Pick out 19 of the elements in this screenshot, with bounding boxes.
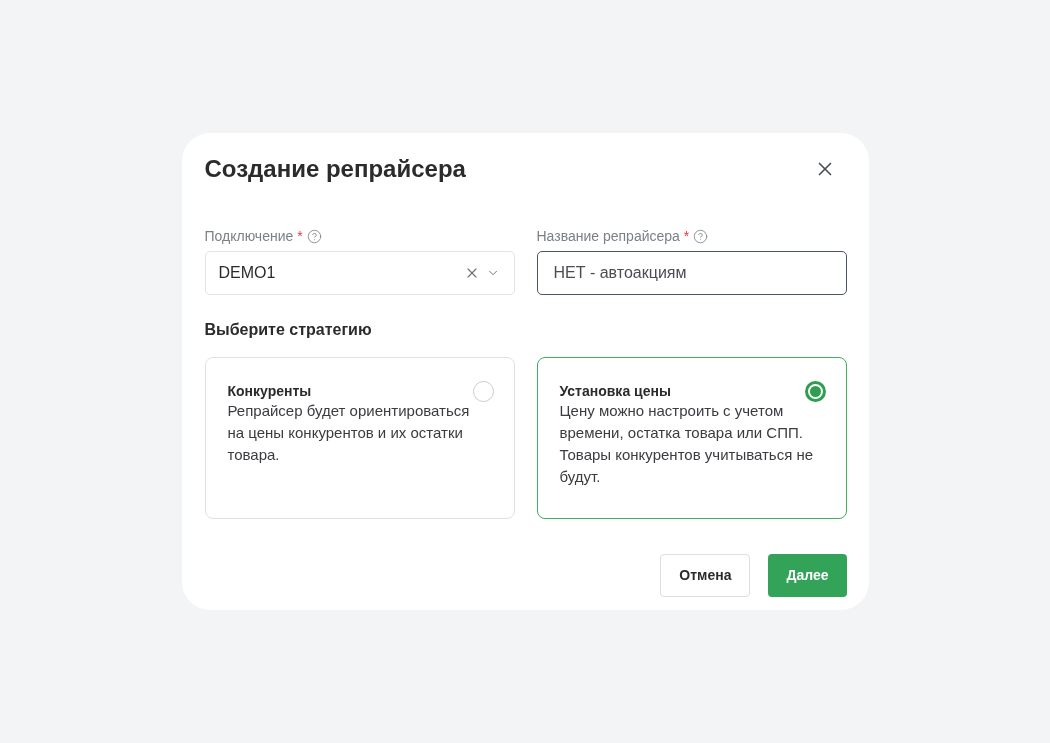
strategy-card[interactable]: Конкуренты Репрайсер будет ориентироваться на цены конкурентов и их остатки товара. (204, 357, 515, 519)
strategy-description: Репрайсер будет ориентироваться на цены конкурентов и их остатки товара. (227, 401, 471, 465)
strategy-title: Конкуренты (227, 382, 312, 401)
strategy-title: Установка цены (559, 382, 671, 401)
required-mark: * (683, 227, 690, 245)
input-field[interactable]: НЕТ - автоакциям (536, 251, 847, 295)
help-icon[interactable] (693, 228, 709, 244)
required-mark: * (297, 227, 303, 245)
dialog-title: Создание репрайсера (204, 155, 466, 183)
field-label: Название репрайсера (536, 227, 680, 245)
select-field[interactable]: DEMO1 (204, 251, 515, 295)
field-label: Подключение (204, 227, 294, 245)
strategy-description: Цену можно настроить с учетом времени, остатка товара или СПП. Товары конкурентов учитываться не будут. (559, 401, 815, 487)
strategy-card[interactable]: Установка цены Цену можно настроить с учетом времени, остатка товара или СПП. Товары конкурентов учитываться не будут. (536, 357, 847, 519)
radio-icon[interactable] (804, 381, 826, 402)
select-value: DEMO1 (218, 263, 276, 283)
cancel-button[interactable]: Отмена (660, 554, 751, 597)
section-heading: Выберите стратегию (204, 320, 372, 340)
help-icon[interactable] (306, 228, 322, 244)
